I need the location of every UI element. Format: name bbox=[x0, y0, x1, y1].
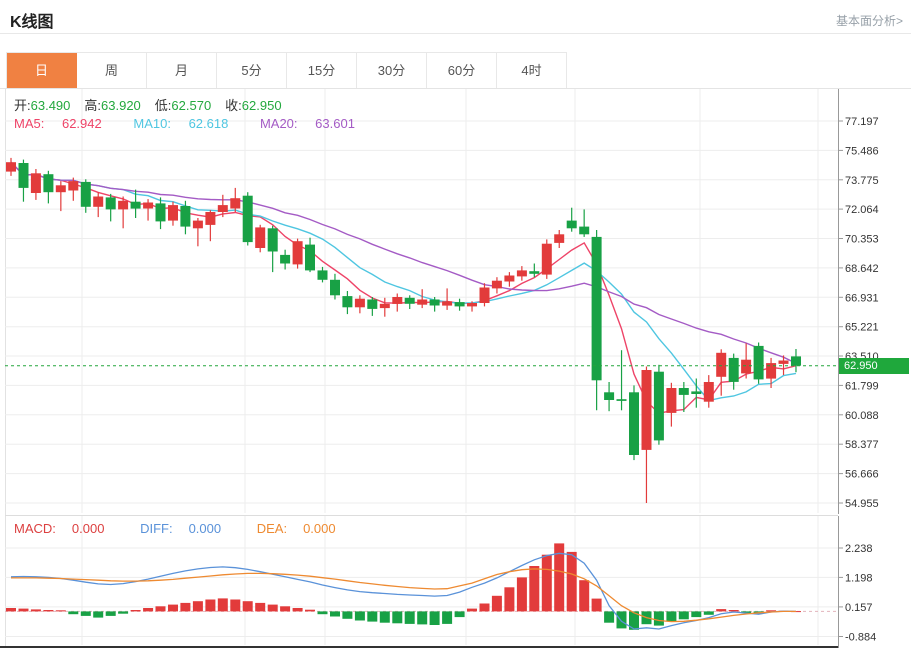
candlestick-chart[interactable]: 77.197 75.486 73.775 72.064 70.353 68.642 66.9… bbox=[0, 89, 911, 514]
tab-15分[interactable]: 15分 bbox=[287, 53, 357, 89]
tab-日[interactable]: 日 bbox=[7, 53, 77, 89]
page-title: K线图 bbox=[10, 8, 54, 32]
period-tab-bar: 日周月5分15分30分60分4时 bbox=[6, 52, 567, 89]
svg-text:56.666: 56.666 bbox=[845, 469, 879, 481]
svg-text:0.157: 0.157 bbox=[845, 602, 873, 614]
tab-30分[interactable]: 30分 bbox=[357, 53, 427, 89]
tab-5分[interactable]: 5分 bbox=[217, 53, 287, 89]
kline-app: K线图 基本面分析> 日周月5分15分30分60分4时 77.197 75.486… bbox=[0, 0, 911, 650]
svg-text:68.642: 68.642 bbox=[845, 263, 879, 275]
svg-text:70.353: 70.353 bbox=[845, 234, 879, 246]
tab-60分[interactable]: 60分 bbox=[427, 53, 497, 89]
svg-text:58.377: 58.377 bbox=[845, 439, 879, 451]
svg-text:60.088: 60.088 bbox=[845, 410, 879, 422]
svg-text:66.931: 66.931 bbox=[845, 292, 879, 304]
svg-text:54.955: 54.955 bbox=[845, 498, 879, 510]
svg-text:72.064: 72.064 bbox=[845, 204, 879, 216]
svg-text:61.799: 61.799 bbox=[845, 380, 879, 392]
svg-text:65.221: 65.221 bbox=[845, 322, 879, 334]
svg-text:75.486: 75.486 bbox=[845, 145, 879, 157]
tab-周[interactable]: 周 bbox=[77, 53, 147, 89]
current-price-badge: 62.950 bbox=[839, 358, 909, 374]
tab-4时[interactable]: 4时 bbox=[497, 53, 567, 89]
svg-text:-0.884: -0.884 bbox=[845, 632, 876, 644]
macd-chart[interactable]: 2.238 1.198 0.157 -0.884 bbox=[0, 516, 911, 650]
fundamental-analysis-link[interactable]: 基本面分析> bbox=[836, 12, 903, 29]
svg-text:2.238: 2.238 bbox=[845, 543, 873, 555]
svg-text:73.775: 73.775 bbox=[845, 175, 879, 187]
svg-text:1.198: 1.198 bbox=[845, 572, 873, 584]
svg-text:77.197: 77.197 bbox=[845, 116, 879, 128]
tab-月[interactable]: 月 bbox=[147, 53, 217, 89]
header-divider bbox=[0, 33, 911, 34]
